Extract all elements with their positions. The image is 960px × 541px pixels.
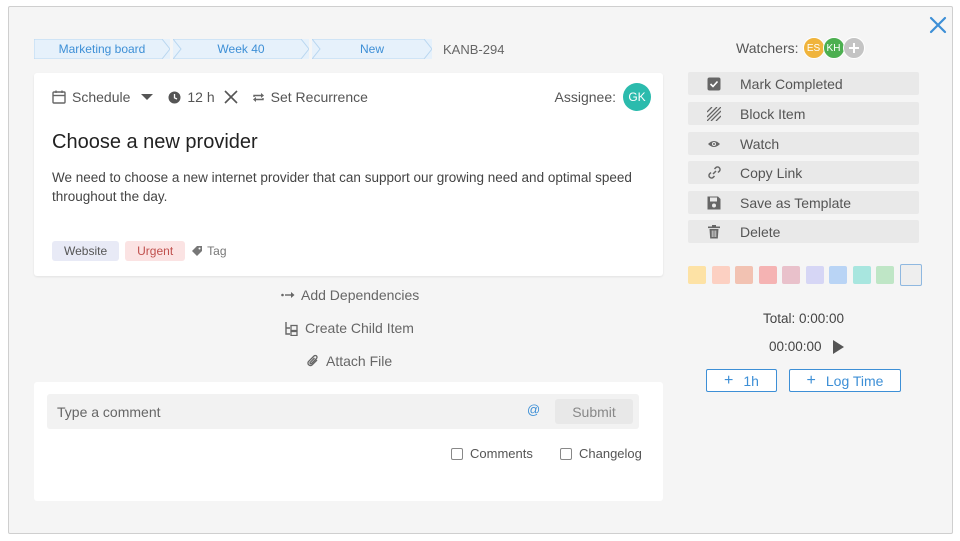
- add-dependencies-label: Add Dependencies: [301, 287, 420, 303]
- comments-filter-label: Comments: [470, 446, 533, 461]
- link-icon: [707, 166, 721, 179]
- log-time-button[interactable]: + Log Time: [789, 369, 901, 392]
- create-child-item-button[interactable]: Create Child Item: [284, 320, 414, 336]
- assignee-label: Assignee:: [554, 89, 616, 105]
- avatar[interactable]: GK: [623, 83, 651, 111]
- comment-input[interactable]: [47, 394, 639, 429]
- item-title[interactable]: Choose a new provider: [52, 131, 258, 154]
- floppy-disk-icon: [707, 196, 721, 209]
- plus-icon: [848, 43, 859, 53]
- hours-label: 12 h: [187, 89, 215, 105]
- color-swatch[interactable]: [829, 266, 847, 284]
- watch-button[interactable]: Watch: [688, 132, 919, 155]
- breadcrumb-item-board[interactable]: Marketing board: [34, 39, 170, 59]
- mention-icon[interactable]: @: [527, 402, 540, 417]
- assignee[interactable]: Assignee: GK: [555, 83, 651, 111]
- item-card: Schedule 12 h Set Recurrence Assignee: G…: [34, 73, 663, 276]
- plus-icon: +: [724, 371, 734, 389]
- color-swatch[interactable]: [876, 266, 894, 284]
- color-swatch[interactable]: [758, 266, 777, 284]
- watchers-label: Watchers:: [736, 40, 799, 56]
- watchers: Watchers: ES KH: [736, 37, 865, 59]
- breadcrumb-label: New: [359, 42, 384, 56]
- calendar-icon: [52, 90, 66, 104]
- breadcrumb-item-week[interactable]: Week 40: [173, 39, 309, 59]
- item-id: KANB-294: [443, 41, 505, 57]
- color-swatch-selected[interactable]: [899, 264, 922, 286]
- time-total: Total: 0:00:00: [762, 311, 845, 326]
- clock-icon: [168, 91, 181, 103]
- add-hour-label: 1h: [743, 372, 759, 389]
- tag-website[interactable]: Website: [52, 241, 120, 261]
- copy-link-label: Copy Link: [740, 164, 803, 181]
- eye-icon: [708, 140, 720, 147]
- changelog-filter-label: Changelog: [579, 446, 642, 461]
- block-hatch-icon: [707, 106, 721, 121]
- breadcrumb-label: Week 40: [217, 42, 265, 56]
- timer: 00:00:00: [769, 339, 844, 354]
- checkbox[interactable]: [451, 447, 463, 460]
- save-template-label: Save as Template: [740, 194, 852, 211]
- checkbox-icon: [707, 77, 721, 90]
- color-swatch[interactable]: [782, 266, 800, 284]
- avatar[interactable]: KH: [822, 37, 845, 59]
- close-icon: [929, 16, 947, 34]
- hierarchy-icon: [285, 321, 298, 336]
- add-tag-label: Tag: [207, 244, 227, 258]
- copy-link-button[interactable]: Copy Link: [688, 161, 919, 184]
- save-as-template-button[interactable]: Save as Template: [688, 191, 919, 214]
- paperclip-icon: [307, 354, 318, 366]
- comment-panel: @ Submit Comments Changelog: [34, 382, 663, 501]
- color-swatch[interactable]: [688, 266, 706, 284]
- color-swatch[interactable]: [711, 266, 730, 284]
- tag-urgent[interactable]: Urgent: [125, 241, 186, 261]
- add-dependencies-button[interactable]: Add Dependencies: [281, 287, 419, 303]
- trash-icon: [708, 224, 720, 238]
- color-picker: [688, 264, 927, 286]
- block-item-label: Block Item: [740, 105, 806, 122]
- color-swatch[interactable]: [735, 266, 753, 284]
- changelog-filter-checkbox[interactable]: Changelog: [560, 446, 642, 461]
- comments-filter-checkbox[interactable]: Comments: [451, 446, 533, 461]
- color-swatch[interactable]: [852, 266, 871, 284]
- add-watcher-button[interactable]: [842, 37, 865, 59]
- add-tag-button[interactable]: Tag: [191, 244, 227, 258]
- close-button[interactable]: [927, 14, 949, 36]
- clear-icon[interactable]: [224, 90, 238, 104]
- breadcrumb-label: Marketing board: [58, 42, 146, 56]
- log-time-label: Log Time: [825, 372, 884, 389]
- submit-button[interactable]: Submit: [555, 399, 633, 424]
- delete-label: Delete: [740, 223, 781, 240]
- recurrence-label: Set Recurrence: [270, 89, 368, 105]
- repeat-icon: [252, 92, 264, 102]
- block-item-button[interactable]: Block Item: [688, 102, 919, 125]
- add-hour-button[interactable]: + 1h: [706, 369, 777, 392]
- tag-icon: [192, 246, 203, 256]
- breadcrumb: Marketing board Week 40 New KANB-294: [34, 39, 504, 59]
- create-child-label: Create Child Item: [305, 320, 414, 336]
- avatar[interactable]: ES: [802, 37, 825, 59]
- checkbox[interactable]: [560, 447, 572, 460]
- item-description[interactable]: We need to choose a new internet provide…: [52, 168, 657, 206]
- schedule-label: Schedule: [72, 89, 131, 105]
- caret-down-icon: [141, 94, 154, 100]
- breadcrumb-item-status[interactable]: New: [312, 39, 432, 59]
- tag-list: Website Urgent Tag: [52, 241, 227, 261]
- card-toolbar: Schedule 12 h Set Recurrence: [52, 87, 382, 107]
- estimate-hours[interactable]: 12 h: [168, 89, 238, 105]
- set-recurrence-button[interactable]: Set Recurrence: [252, 89, 368, 105]
- mark-completed-button[interactable]: Mark Completed: [688, 72, 919, 95]
- watch-label: Watch: [740, 135, 780, 152]
- color-swatch[interactable]: [805, 266, 824, 284]
- timer-value: 00:00:00: [769, 339, 822, 354]
- delete-button[interactable]: Delete: [688, 220, 919, 243]
- play-icon[interactable]: [832, 339, 844, 354]
- attach-file-label: Attach File: [326, 353, 393, 369]
- schedule-dropdown[interactable]: Schedule: [52, 89, 154, 105]
- dependency-icon: [281, 292, 295, 298]
- attach-file-button[interactable]: Attach File: [306, 353, 392, 369]
- plus-icon: +: [806, 371, 816, 389]
- mark-completed-label: Mark Completed: [740, 75, 843, 92]
